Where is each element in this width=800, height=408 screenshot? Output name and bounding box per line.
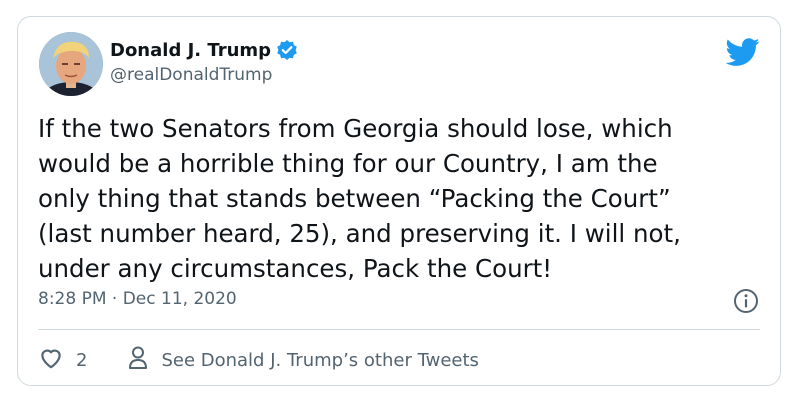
info-icon[interactable] [732, 287, 760, 315]
avatar[interactable] [39, 32, 103, 96]
tweet-text: If the two Senators from Georgia should … [38, 114, 681, 283]
tweet-actions: 2 See Donald J. Trump’s other Tweets [38, 345, 479, 376]
author-name[interactable]: Donald J. Trump [110, 40, 271, 61]
like-button[interactable]: 2 [38, 345, 87, 376]
see-other-tweets-label: See Donald J. Trump’s other Tweets [161, 350, 479, 371]
heart-icon [38, 345, 64, 376]
tweet-timestamp[interactable]: 8:28 PM · Dec 11, 2020 [38, 289, 237, 309]
twitter-bird-icon[interactable] [725, 35, 760, 69]
divider [38, 329, 760, 330]
author-row: Donald J. Trump [110, 39, 298, 61]
tweet-card[interactable]: Donald J. Trump @realDonaldTrump If the … [17, 16, 781, 386]
author-handle[interactable]: @realDonaldTrump [110, 65, 272, 85]
like-count: 2 [76, 350, 88, 371]
see-other-tweets-link[interactable]: See Donald J. Trump’s other Tweets [127, 345, 479, 376]
person-icon [127, 345, 149, 376]
verified-badge-icon [276, 39, 298, 61]
